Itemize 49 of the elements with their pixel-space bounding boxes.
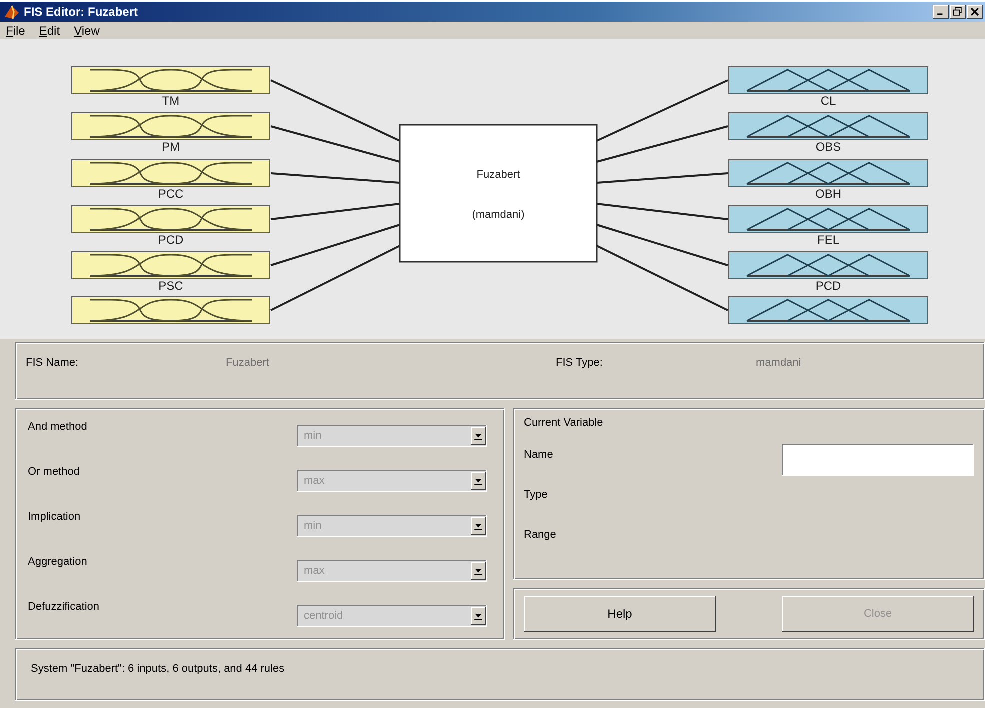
input-variable-block[interactable] bbox=[72, 252, 270, 280]
close-icon[interactable] bbox=[967, 5, 983, 19]
variable-label: OBH bbox=[816, 187, 842, 201]
menu-item[interactable]: File bbox=[6, 24, 26, 38]
variable-label: TM bbox=[162, 94, 180, 108]
output-variable-block[interactable] bbox=[728, 206, 928, 234]
method-label: Or method bbox=[28, 465, 80, 478]
variable-label: PSC bbox=[158, 279, 184, 293]
input-variable-block[interactable] bbox=[72, 112, 270, 140]
field-label: FIS Name: bbox=[26, 357, 80, 371]
variable-label: OBS bbox=[816, 140, 842, 154]
output-variable-block[interactable] bbox=[728, 252, 928, 280]
variable-label: FEL bbox=[818, 233, 840, 247]
input-variable-block[interactable] bbox=[72, 206, 270, 234]
restore-icon[interactable] bbox=[950, 5, 966, 19]
field-label: Name bbox=[524, 449, 554, 461]
field-label: Type bbox=[524, 489, 548, 501]
output-variable-block[interactable] bbox=[728, 296, 928, 324]
window-title: FIS Editor: Fuzabert bbox=[24, 5, 139, 19]
system-type: (mamdani) bbox=[472, 209, 525, 221]
name-field[interactable] bbox=[782, 444, 974, 476]
variable-label: PCD bbox=[158, 233, 184, 247]
field-value: mamdani bbox=[756, 357, 802, 371]
minimize-icon[interactable] bbox=[933, 5, 949, 19]
output-variable-block[interactable] bbox=[728, 66, 928, 94]
dialog-button[interactable]: Help bbox=[524, 596, 716, 632]
field-label: Range bbox=[524, 529, 556, 541]
output-variable-block[interactable] bbox=[728, 160, 928, 188]
system-block[interactable] bbox=[399, 124, 598, 263]
input-variable-block[interactable] bbox=[72, 160, 270, 188]
input-variable-block[interactable] bbox=[72, 296, 270, 324]
method-label: And method bbox=[28, 420, 88, 433]
variable-label: PM bbox=[162, 140, 180, 154]
menu-item[interactable]: View bbox=[74, 24, 100, 38]
system-name: Fuzabert bbox=[476, 169, 520, 181]
method-label: Aggregation bbox=[28, 555, 88, 568]
output-variable-block[interactable] bbox=[728, 112, 928, 140]
input-variable-block[interactable] bbox=[72, 66, 270, 94]
variable-label: CL bbox=[820, 94, 836, 108]
menu-item[interactable]: Edit bbox=[39, 24, 60, 38]
method-label: Implication bbox=[28, 510, 81, 523]
field-value: Fuzabert bbox=[226, 357, 270, 371]
method-label: Defuzzification bbox=[28, 600, 100, 613]
variable-label: PCD bbox=[816, 279, 842, 293]
section-title: Current Variable bbox=[524, 417, 604, 429]
status-text: System "Fuzabert": 6 inputs, 6 outputs, and 44 rules bbox=[31, 663, 285, 675]
field-label: FIS Type: bbox=[556, 357, 604, 371]
app-icon bbox=[4, 4, 20, 20]
variable-label: PCC bbox=[158, 187, 184, 201]
